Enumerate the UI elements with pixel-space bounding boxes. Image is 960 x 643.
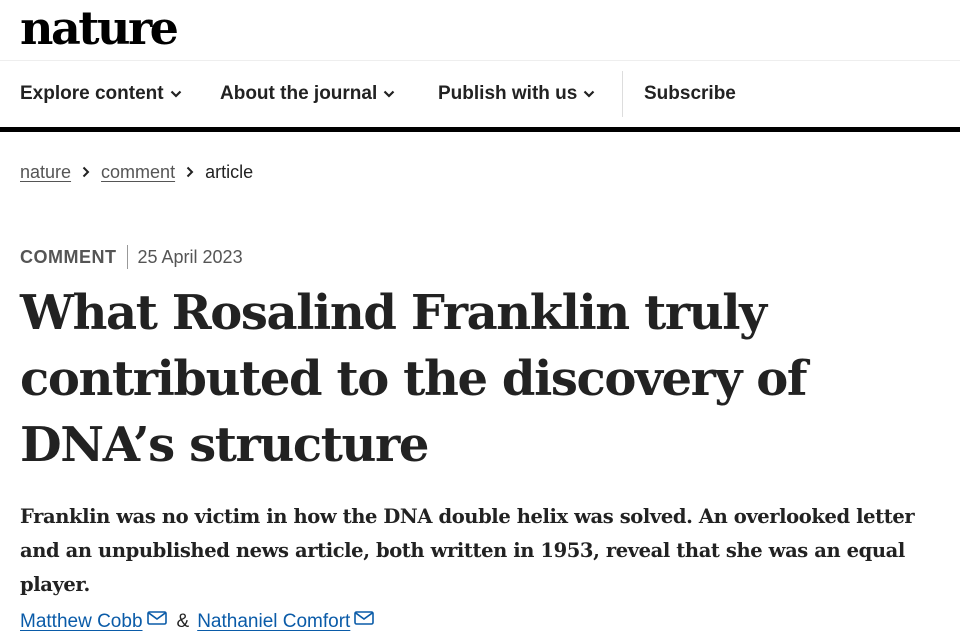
breadcrumb-comment[interactable]: comment (101, 162, 175, 183)
nav-item-label: Explore content (20, 83, 164, 104)
chevron-right-icon (82, 166, 90, 178)
author-separator: & (176, 611, 190, 632)
nav-rule (0, 127, 960, 132)
nav-publish-with-us[interactable]: Publish with us (438, 61, 595, 127)
subscribe-link[interactable]: Subscribe (644, 61, 736, 127)
nav-explore-content[interactable]: Explore content (20, 61, 182, 127)
article-type: COMMENT (20, 246, 117, 267)
article-meta: COMMENT 25 April 2023 (20, 244, 243, 270)
nav-about-the-journal[interactable]: About the journal (220, 61, 395, 127)
site-header: nature (0, 0, 960, 61)
main-nav: Explore content About the journal Publis… (0, 61, 960, 127)
chevron-right-icon (186, 166, 194, 178)
chevron-down-icon (383, 90, 395, 98)
mail-icon[interactable] (146, 611, 167, 625)
breadcrumb-current: article (205, 161, 254, 182)
author-link[interactable]: Nathaniel Comfort (197, 611, 350, 633)
chevron-down-icon (170, 90, 182, 98)
site-logo[interactable]: nature (20, 2, 179, 54)
meta-divider (126, 245, 128, 269)
nav-item-label: Publish with us (438, 83, 578, 104)
author-list: Matthew Cobb & Nathaniel Comfort (20, 608, 384, 636)
mail-icon[interactable] (354, 611, 375, 625)
article-date: 25 April 2023 (137, 246, 243, 267)
article-standfirst: Franklin was no victim in how the DNA do… (20, 505, 915, 596)
nav-divider (622, 71, 623, 117)
author-link[interactable]: Matthew Cobb (20, 611, 143, 633)
breadcrumb-nature[interactable]: nature (20, 162, 71, 183)
breadcrumb: nature comment article (20, 159, 253, 185)
chevron-down-icon (583, 90, 595, 98)
article-title: What Rosalind Franklin truly contributed… (20, 285, 808, 473)
nav-item-label: About the journal (220, 83, 378, 104)
